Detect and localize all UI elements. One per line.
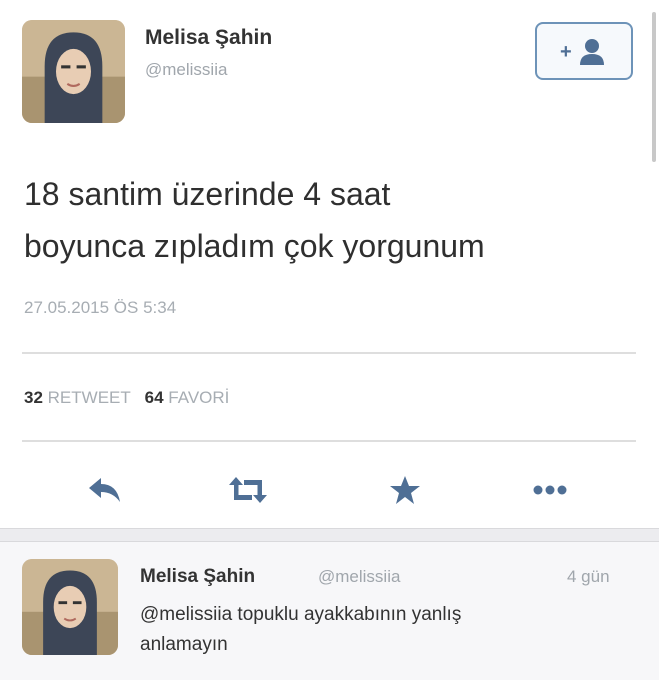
- avatar-image: [22, 20, 125, 123]
- more-button[interactable]: [530, 472, 570, 508]
- tweet-stats: 32 RETWEET 64 FAVORİ: [24, 388, 229, 408]
- reply-text: @melissiia topuklu ayakkabının yanlış an…: [140, 600, 640, 660]
- tweet-text-line: boyunca zıpladım çok yorgunum: [24, 228, 485, 264]
- more-icon: [533, 485, 567, 495]
- section-separator: [0, 528, 659, 542]
- divider: [22, 440, 636, 442]
- favorite-button[interactable]: [385, 472, 425, 508]
- tweet-text-line: 18 santim üzerinde 4 saat: [24, 176, 391, 212]
- follow-button[interactable]: +: [535, 22, 633, 80]
- svg-text:+: +: [560, 41, 572, 63]
- retweet-stat[interactable]: 32 RETWEET: [24, 388, 130, 407]
- retweet-button[interactable]: [228, 472, 268, 508]
- favorite-stat[interactable]: 64 FAVORİ: [145, 388, 230, 407]
- scrollbar[interactable]: [652, 12, 656, 162]
- reply-button[interactable]: [85, 472, 125, 508]
- favorite-label: FAVORİ: [168, 388, 230, 407]
- add-user-icon: +: [560, 39, 604, 65]
- reply-author-name[interactable]: Melisa Şahin: [140, 566, 255, 588]
- reply-text-line: anlamayın: [140, 634, 228, 655]
- reply-author-handle[interactable]: @melissiia: [318, 567, 400, 587]
- reply-time: 4 gün: [567, 567, 610, 586]
- tweet-timestamp: 27.05.2015 ÖS 5:34: [24, 298, 177, 317]
- avatar-image: [22, 559, 118, 655]
- author-name[interactable]: Melisa Şahin: [145, 26, 272, 50]
- favorite-count: 64: [144, 388, 164, 407]
- favorite-star-icon: [390, 476, 420, 504]
- reply-text-line: @melissiia topuklu ayakkabının yanlış: [140, 604, 462, 625]
- tweet-card: Melisa Şahin @melissiia + 18 santim üzer…: [0, 0, 659, 528]
- tweet-text: 18 santim üzerinde 4 saat boyunca zıplad…: [24, 168, 624, 272]
- reply-icon: [89, 478, 120, 502]
- divider: [22, 352, 636, 354]
- reply-avatar[interactable]: [22, 559, 118, 655]
- retweet-label: RETWEET: [47, 388, 131, 407]
- retweet-icon: [229, 477, 267, 503]
- avatar[interactable]: [22, 20, 125, 123]
- author-handle[interactable]: @melissiia: [145, 60, 227, 80]
- retweet-count: 32: [24, 388, 43, 407]
